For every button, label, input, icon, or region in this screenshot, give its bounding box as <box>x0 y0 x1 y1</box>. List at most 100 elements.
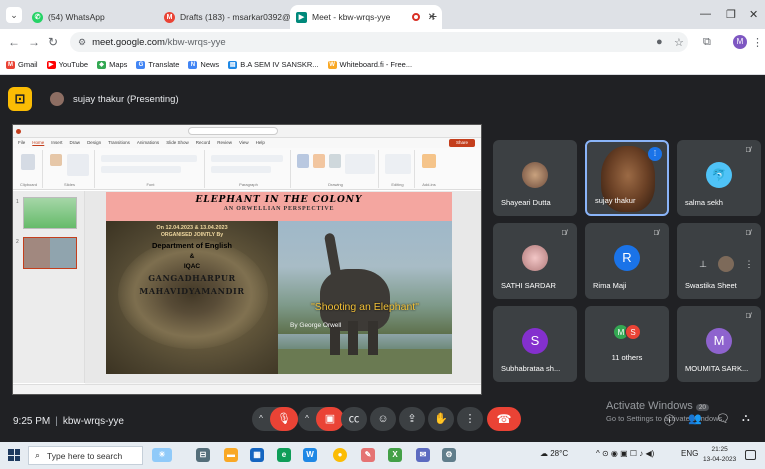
paint-icon[interactable]: ✎ <box>361 448 375 462</box>
bookmark-whiteboard[interactable]: W Whiteboard.fi - Free... <box>327 60 413 69</box>
tab-whatsapp[interactable]: ✆ (54) WhatsApp ✕ <box>26 5 178 29</box>
bookmark-news[interactable]: N News <box>188 60 219 69</box>
camera-control[interactable]: ^ ▣ <box>298 407 344 431</box>
elephant-photo: "Shooting an Elephant" By George Orwell <box>278 221 452 374</box>
doc-icon: ▤ <box>228 60 238 69</box>
bookmark-sanskrit[interactable]: ▤ B.A SEM IV SANSKR... <box>228 60 319 69</box>
windows-start-icon[interactable] <box>8 449 20 461</box>
bookmark-maps[interactable]: ◆ Maps <box>97 60 127 69</box>
info-icon[interactable]: ⓘ <box>664 412 675 428</box>
bookmark-translate[interactable]: G Translate <box>136 60 179 69</box>
restore-icon[interactable]: ❐ <box>726 8 736 21</box>
address-bar: ← → ↻ ⚙ meet.google.com/kbw-wrqs-yye ● ☆… <box>0 29 765 55</box>
bookmark-label: Whiteboard.fi - Free... <box>339 60 413 69</box>
ppt-search-box <box>188 127 278 135</box>
settings-icon[interactable]: ⚙ <box>442 448 456 462</box>
more-menu-icon[interactable]: ⋮ <box>752 36 763 49</box>
camera-off-icon[interactable]: ▣ <box>316 407 344 431</box>
mic-off-icon[interactable]: 🎙 <box>270 407 298 431</box>
ppt-status-bar <box>13 384 481 394</box>
task-view-icon[interactable]: ⊟ <box>196 448 210 462</box>
new-tab-button[interactable]: + <box>429 8 437 24</box>
slide-header: ELEPHANT IN THE COLONY AN ORWELLIAN PERS… <box>106 192 452 221</box>
raise-hand-button[interactable]: ✋ <box>428 407 454 431</box>
mic-off-icon: 🎙̸ <box>745 230 751 237</box>
word-icon[interactable]: W <box>303 448 317 462</box>
weather-widget-icon[interactable]: ☀ <box>152 448 172 462</box>
weather-tray[interactable]: ☁ 28°C <box>540 449 568 458</box>
profile-avatar[interactable]: M <box>733 35 747 49</box>
activities-icon[interactable]: ⛬ <box>742 412 750 425</box>
bookmark-label: B.A SEM IV SANSKR... <box>240 60 319 69</box>
url-path: /kbw-wrqs-yye <box>164 36 226 48</box>
tab-title: Drafts (183) - msarkar0392@g... <box>180 12 292 22</box>
elephant-leg <box>368 321 378 355</box>
file-explorer-icon[interactable]: ▬ <box>224 448 238 462</box>
site-info-icon[interactable]: ⚙ <box>78 37 86 48</box>
extensions-icon[interactable]: ⧉ <box>703 36 711 49</box>
back-icon[interactable]: ← <box>8 35 20 49</box>
tab-meet[interactable]: ▶ Meet - kbw-wrqs-yye ✕ <box>290 5 442 29</box>
tray-icons[interactable]: ^ ⊙ ◉ ▣ ☐ ♪ ◀) <box>596 449 654 458</box>
meeting-code: kbw-wrqs-yye <box>62 416 124 427</box>
language-indicator[interactable]: ENG <box>681 449 698 458</box>
chevron-up-icon[interactable]: ^ <box>252 407 270 431</box>
ground-strip <box>278 349 452 374</box>
participant-tile-subhabrataa[interactable]: S Subhabrataa sh... <box>493 306 577 382</box>
url-field[interactable]: ⚙ meet.google.com/kbw-wrqs-yye <box>70 32 688 52</box>
participant-tile-rima[interactable]: R 🎙̸ Rima Maji <box>585 223 669 299</box>
participant-tile-salma[interactable]: 🐬 🎙̸ salma sekh <box>677 140 761 216</box>
bookmark-star-icon[interactable]: ☆ <box>674 36 684 49</box>
more-options-button[interactable]: ⋮ <box>457 407 483 431</box>
tile-hover-controls: ⊥ ⋮ <box>695 256 757 272</box>
system-clock[interactable]: 21:25 13-04-2023 <box>703 445 736 465</box>
participant-tile-sathi[interactable]: 🎙̸ SATHI SARDAR <box>493 223 577 299</box>
maps-icon: ◆ <box>97 60 107 69</box>
emoji-reaction-button[interactable]: ☺ <box>370 407 396 431</box>
pin-icon[interactable]: ⊥ <box>695 256 711 272</box>
participant-tile-sujay[interactable]: ⁞ sujay thakur <box>585 140 669 216</box>
participant-name: Subhabrataa sh... <box>501 364 561 373</box>
bookmark-youtube[interactable]: ▶ YouTube <box>46 60 88 69</box>
taskbar-search[interactable]: ⌕ Type here to search <box>28 446 143 465</box>
people-icon[interactable]: 👥 <box>688 412 702 425</box>
mail-icon[interactable]: ✉ <box>416 448 430 462</box>
participant-initial-avatar: S <box>625 324 641 340</box>
more-options-icon[interactable]: ⋮ <box>741 256 757 272</box>
excel-icon[interactable]: X <box>388 448 402 462</box>
notification-center-icon[interactable] <box>745 450 756 460</box>
tab-search-button[interactable]: ⌄ <box>6 7 22 23</box>
participant-tile-moumita[interactable]: M 🎙̸ MOUMITA SARK... <box>677 306 761 382</box>
present-screen-button[interactable]: ⇪ <box>399 407 425 431</box>
participant-name: salma sekh <box>685 198 723 207</box>
store-icon[interactable]: ▦ <box>250 448 264 462</box>
bookmark-gmail[interactable]: M Gmail <box>6 60 38 69</box>
participant-tile-swastika[interactable]: ⊥ ⋮ 🎙̸ Swastika Sheet <box>677 223 761 299</box>
chrome-icon[interactable]: ● <box>333 448 347 462</box>
meeting-info: 9:25 PM | kbw-wrqs-yye <box>13 416 124 427</box>
temperature: 28°C <box>550 449 569 458</box>
whatsapp-icon: ✆ <box>32 11 43 23</box>
chevron-up-icon[interactable]: ^ <box>298 407 316 431</box>
camera-in-use-icon[interactable]: ● <box>656 36 663 48</box>
minimize-icon[interactable]: — <box>700 8 711 20</box>
search-placeholder: Type here to search <box>47 450 123 461</box>
close-window-icon[interactable]: ✕ <box>749 8 758 21</box>
participant-tile-shayeari[interactable]: Shayeari Dutta <box>493 140 577 216</box>
participant-tile-others[interactable]: M S 11 others <box>585 306 669 382</box>
meet-stage: ⊡ sujay thakur (Presenting) File Home Inse… <box>0 76 765 442</box>
participant-name: SATHI SARDAR <box>501 281 556 290</box>
meet-icon: ▶ <box>296 11 307 23</box>
leave-call-button[interactable]: ☎ <box>487 407 521 431</box>
tab-gmail[interactable]: M Drafts (183) - msarkar0392@g... ✕ <box>158 5 310 29</box>
layout-icon[interactable]: ⊡ <box>8 87 32 111</box>
mic-control[interactable]: ^ 🎙 <box>252 407 298 431</box>
dolphin-avatar-icon: 🐬 <box>706 162 732 188</box>
url-host: meet.google.com <box>92 36 165 48</box>
forward-icon[interactable]: → <box>28 35 40 49</box>
youtube-icon: ▶ <box>46 60 56 69</box>
chat-icon[interactable]: 🗨 <box>716 412 730 425</box>
captions-button[interactable]: ㏄ <box>341 407 367 431</box>
reload-icon[interactable]: ↻ <box>48 35 58 49</box>
edge-icon[interactable]: e <box>277 448 291 462</box>
